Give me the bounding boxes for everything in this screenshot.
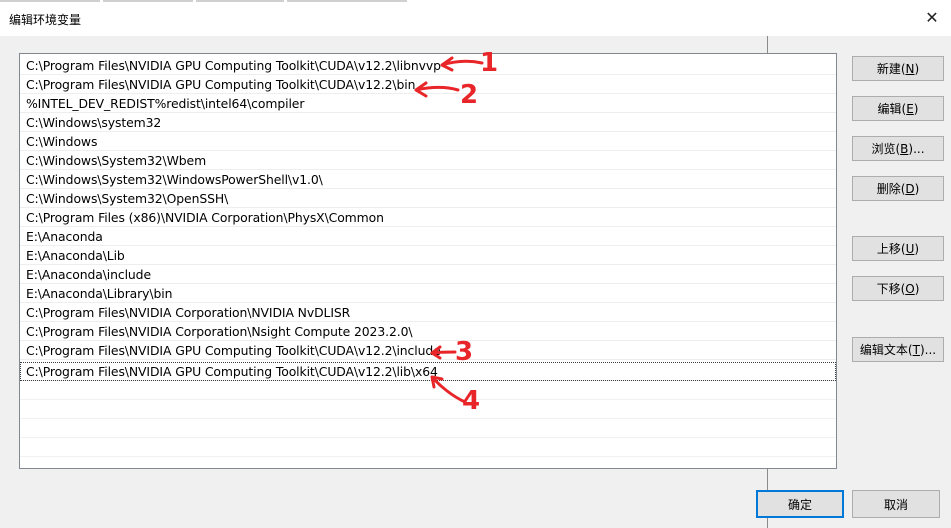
annotation-arrow-4 [430,375,467,404]
annotation-label-4: 4 [462,386,481,416]
annotation-label-1: 1 [480,48,499,78]
annotation-label-2: 2 [460,80,479,110]
annotation-arrow-3 [430,345,457,360]
annotation-label-3: 3 [455,337,474,367]
annotation-arrow-2 [414,81,460,98]
annotation-arrow-1 [440,56,484,72]
